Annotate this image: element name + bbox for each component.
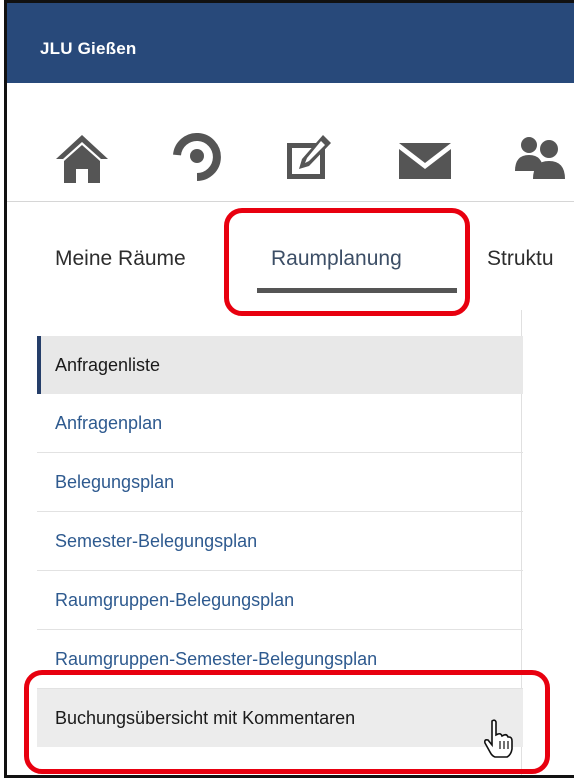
highlight-raumplanung [224,208,470,316]
tab-struktur[interactable]: Struktu [487,247,554,271]
menu-item-semester-belegungsplan[interactable]: Semester-Belegungsplan [37,512,523,571]
edit-icon[interactable] [283,133,339,185]
menu-item-raumgruppen-belegungsplan[interactable]: Raumgruppen-Belegungsplan [37,571,523,630]
users-icon[interactable] [515,133,571,185]
icon-toolbar [7,83,574,203]
home-icon[interactable] [54,133,110,185]
menu-item-anfragenliste[interactable]: Anfragenliste [37,336,523,394]
app-title[interactable]: JLU Gießen [40,39,136,59]
app-frame: JLU Gießen Meine Räume Raumplanung Struk… [4,0,574,778]
menu-item-belegungsplan[interactable]: Belegungsplan [37,453,523,512]
mail-icon[interactable] [397,133,453,185]
tab-meine-raeume[interactable]: Meine Räume [55,247,186,271]
highlight-buchungsuebersicht [24,670,550,774]
spinner-icon[interactable] [169,133,225,185]
menu-item-anfragenplan[interactable]: Anfragenplan [37,394,523,453]
top-bar: JLU Gießen [7,3,574,83]
